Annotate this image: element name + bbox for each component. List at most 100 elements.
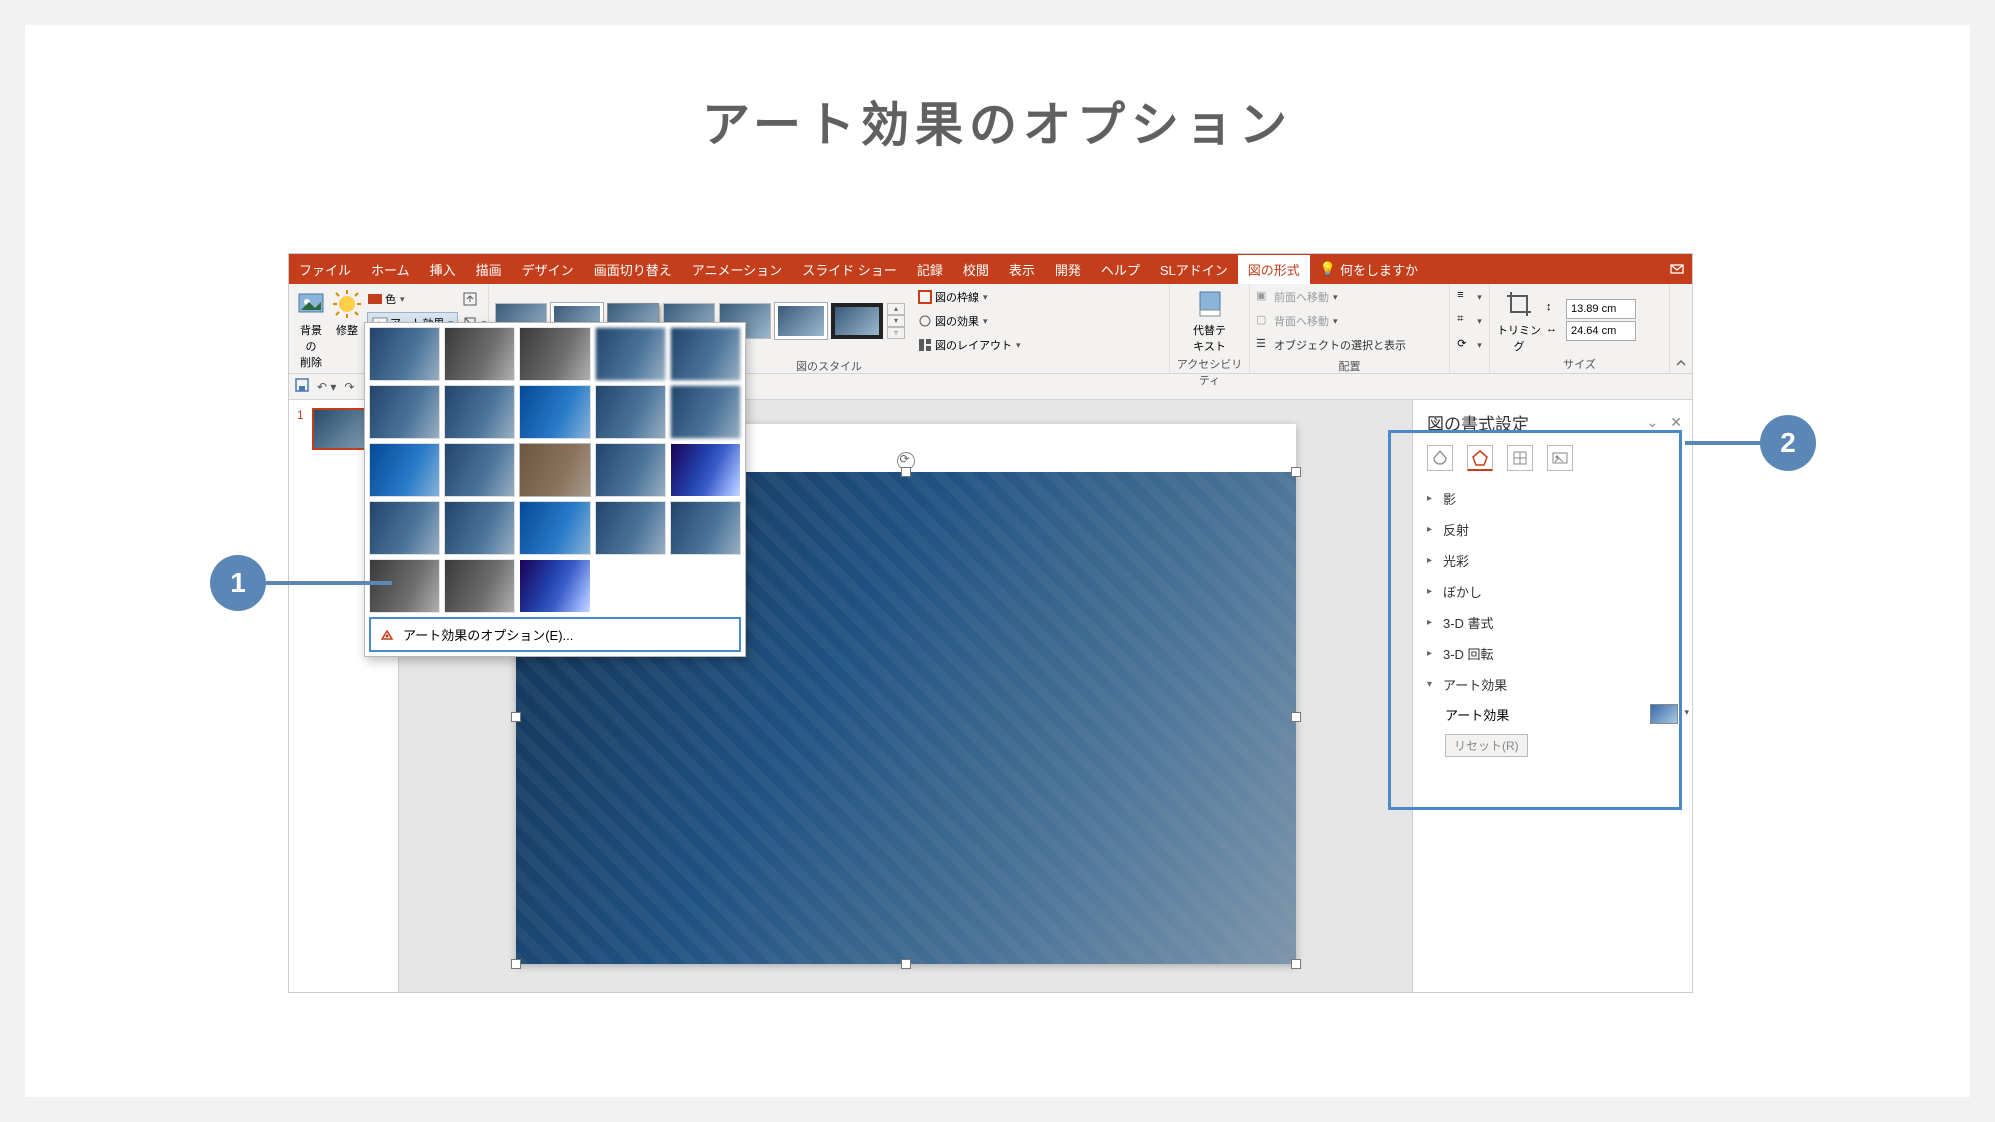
- art-effect-thumb[interactable]: [595, 501, 666, 555]
- picture-style-thumb[interactable]: [831, 303, 883, 339]
- artistic-effect-picker[interactable]: [1650, 704, 1678, 724]
- align-button[interactable]: ≡: [1457, 286, 1482, 308]
- art-effect-thumb[interactable]: [444, 327, 515, 381]
- art-effect-thumb[interactable]: [519, 443, 590, 497]
- format-pane-title: 図の書式設定: [1427, 410, 1529, 435]
- art-effect-thumb[interactable]: [519, 501, 590, 555]
- art-effect-thumb[interactable]: [519, 559, 590, 613]
- crop-label: トリミング: [1496, 322, 1542, 354]
- align-icon: ≡: [1457, 289, 1473, 305]
- tab-record[interactable]: 記録: [907, 254, 953, 284]
- art-effect-thumb[interactable]: [595, 385, 666, 439]
- bring-forward-icon: ▣: [1256, 289, 1272, 305]
- art-effect-thumb[interactable]: [369, 559, 440, 613]
- section-3d-format[interactable]: ▸3-D 書式: [1427, 607, 1692, 638]
- art-effect-thumb[interactable]: [595, 443, 666, 497]
- share-icon[interactable]: [1662, 254, 1692, 284]
- art-effect-thumb[interactable]: [670, 443, 741, 497]
- corrections-button[interactable]: 修整: [331, 286, 363, 338]
- tab-file[interactable]: ファイル: [289, 254, 361, 284]
- tab-help[interactable]: ヘルプ: [1091, 254, 1150, 284]
- resize-handle[interactable]: [901, 959, 911, 969]
- size-properties-tab[interactable]: [1507, 445, 1533, 471]
- section-glow[interactable]: ▸光彩: [1427, 545, 1692, 576]
- crop-button[interactable]: トリミング: [1496, 286, 1542, 354]
- tab-home[interactable]: ホーム: [361, 254, 420, 284]
- tab-design[interactable]: デザイン: [512, 254, 584, 284]
- width-input[interactable]: [1566, 321, 1636, 341]
- gallery-scroll[interactable]: ▴▾▿: [887, 303, 905, 339]
- tab-slideshow[interactable]: スライド ショー: [792, 254, 907, 284]
- art-effect-thumb[interactable]: [444, 559, 515, 613]
- picture-layout-button[interactable]: 図のレイアウト: [917, 334, 1021, 356]
- picture-tab[interactable]: [1547, 445, 1573, 471]
- group-icon: ⌗: [1457, 313, 1473, 329]
- border-icon: [917, 289, 933, 305]
- rotate-button[interactable]: ⟳: [1457, 334, 1482, 356]
- art-effect-thumb[interactable]: [369, 443, 440, 497]
- callout-line-2: [1685, 441, 1763, 445]
- art-effect-thumb[interactable]: [444, 501, 515, 555]
- resize-handle[interactable]: [1291, 959, 1301, 969]
- section-reflection[interactable]: ▸反射: [1427, 514, 1692, 545]
- art-effect-thumb[interactable]: [519, 327, 590, 381]
- artistic-effects-dropdown: アート効果のオプション(E)...: [364, 322, 746, 657]
- picture-style-thumb[interactable]: [775, 303, 827, 339]
- compress-pictures-button[interactable]: [462, 288, 487, 310]
- resize-handle[interactable]: [1291, 467, 1301, 477]
- tab-transitions[interactable]: 画面切り替え: [584, 254, 682, 284]
- art-effect-thumb[interactable]: [444, 443, 515, 497]
- reset-button[interactable]: リセット(R): [1445, 734, 1528, 757]
- tell-me-label: 何をしますか: [1340, 260, 1418, 279]
- art-effect-thumb[interactable]: [670, 327, 741, 381]
- color-button[interactable]: 色: [367, 288, 458, 310]
- tab-insert[interactable]: 挿入: [420, 254, 466, 284]
- artistic-options-label: アート効果のオプション(E)...: [403, 625, 573, 644]
- art-effect-thumb[interactable]: [369, 385, 440, 439]
- remove-bg-label: 背景の 削除: [295, 322, 327, 370]
- effects-icon: [917, 313, 933, 329]
- compress-icon: [462, 291, 478, 307]
- pane-close-button[interactable]: ✕: [1670, 414, 1682, 431]
- send-backward-button[interactable]: ▢背面へ移動: [1256, 310, 1338, 332]
- ribbon-tabs: ファイル ホーム 挿入 描画 デザイン 画面切り替え アニメーション スライド …: [289, 254, 1692, 284]
- art-effect-thumb[interactable]: [369, 327, 440, 381]
- tab-sladdin[interactable]: SLアドイン: [1150, 254, 1238, 284]
- selection-pane-button[interactable]: ☰オブジェクトの選択と表示: [1256, 334, 1406, 356]
- effects-tab[interactable]: [1467, 445, 1493, 471]
- section-artistic-effects[interactable]: ▾アート効果: [1427, 669, 1692, 700]
- bring-forward-button[interactable]: ▣前面へ移動: [1256, 286, 1338, 308]
- resize-handle[interactable]: [1291, 712, 1301, 722]
- resize-handle[interactable]: [901, 467, 911, 477]
- tab-view[interactable]: 表示: [999, 254, 1045, 284]
- remove-background-button[interactable]: 背景の 削除: [295, 286, 327, 370]
- section-shadow[interactable]: ▸影: [1427, 483, 1692, 514]
- tab-picture-format[interactable]: 図の形式: [1238, 254, 1310, 284]
- alt-text-label: 代替テ キスト: [1193, 322, 1226, 354]
- tab-developer[interactable]: 開発: [1045, 254, 1091, 284]
- art-effect-thumb[interactable]: [595, 327, 666, 381]
- width-icon: ↔: [1546, 323, 1562, 339]
- art-effect-thumb[interactable]: [369, 501, 440, 555]
- section-soft-edges[interactable]: ▸ぼかし: [1427, 576, 1692, 607]
- picture-effects-button[interactable]: 図の効果: [917, 310, 1021, 332]
- artistic-effects-options-item[interactable]: アート効果のオプション(E)...: [369, 617, 741, 652]
- art-effect-thumb[interactable]: [670, 385, 741, 439]
- art-effect-thumb[interactable]: [670, 501, 741, 555]
- tab-review[interactable]: 校閲: [953, 254, 999, 284]
- height-input[interactable]: [1566, 299, 1636, 319]
- pane-dropdown-button[interactable]: ⌄: [1647, 414, 1659, 431]
- resize-handle[interactable]: [511, 959, 521, 969]
- picture-border-button[interactable]: 図の枠線: [917, 286, 1021, 308]
- alt-text-button[interactable]: 代替テ キスト: [1187, 286, 1233, 354]
- resize-handle[interactable]: [511, 712, 521, 722]
- group-button[interactable]: ⌗: [1457, 310, 1482, 332]
- collapse-ribbon-button[interactable]: [1670, 284, 1692, 373]
- tab-draw[interactable]: 描画: [466, 254, 512, 284]
- tab-animations[interactable]: アニメーション: [682, 254, 792, 284]
- fill-line-tab[interactable]: [1427, 445, 1453, 471]
- art-effect-thumb[interactable]: [519, 385, 590, 439]
- art-effect-thumb[interactable]: [444, 385, 515, 439]
- section-3d-rotation[interactable]: ▸3-D 回転: [1427, 638, 1692, 669]
- tell-me-search[interactable]: 💡 何をしますか: [1310, 254, 1428, 284]
